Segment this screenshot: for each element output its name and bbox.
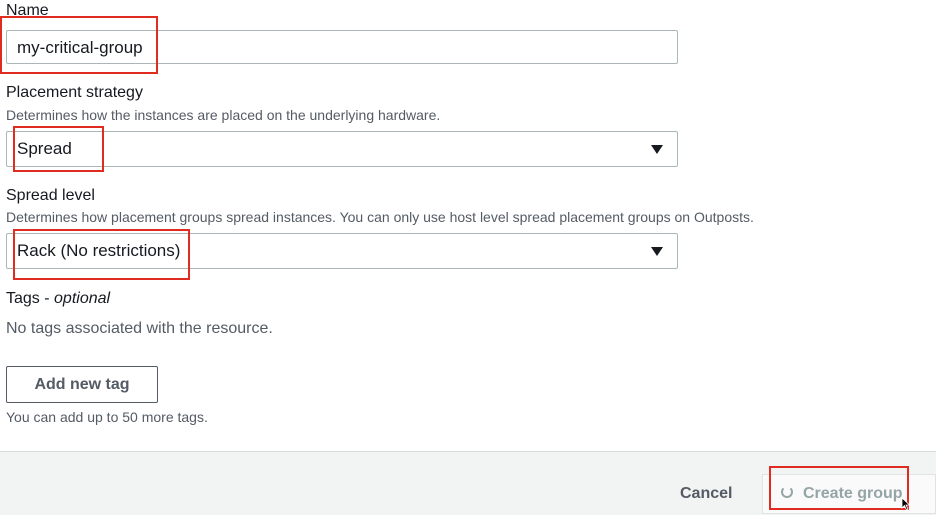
tags-optional-text: optional [54, 290, 111, 307]
name-input-value: my-critical-group [17, 38, 143, 57]
name-input[interactable]: my-critical-group [6, 30, 678, 64]
placement-strategy-value: Spread [17, 139, 72, 158]
tags-label-text: Tags - [6, 290, 55, 307]
add-new-tag-button[interactable]: Add new tag [6, 366, 158, 403]
tags-limit-text: You can add up to 50 more tags. [6, 409, 208, 425]
name-label: Name [6, 2, 49, 19]
dropdown-caret-icon [651, 145, 663, 154]
spread-level-description: Determines how placement groups spread i… [6, 209, 754, 225]
no-tags-text: No tags associated with the resource. [6, 320, 273, 337]
loading-spinner-icon [781, 486, 793, 498]
cancel-button[interactable]: Cancel [680, 485, 732, 503]
create-group-content: Create group [781, 485, 903, 503]
placement-strategy-label: Placement strategy [6, 84, 143, 101]
dropdown-caret-icon [651, 247, 663, 256]
spread-level-label: Spread level [6, 187, 95, 204]
mouse-cursor-icon [901, 497, 911, 511]
placement-strategy-select[interactable]: Spread [6, 131, 678, 167]
spread-level-select[interactable]: Rack (No restrictions) [6, 233, 678, 269]
tags-label: Tags - optional [6, 290, 110, 308]
spread-level-value: Rack (No restrictions) [17, 241, 181, 260]
create-group-label: Create group [803, 485, 903, 502]
placement-strategy-description: Determines how the instances are placed … [6, 107, 441, 123]
